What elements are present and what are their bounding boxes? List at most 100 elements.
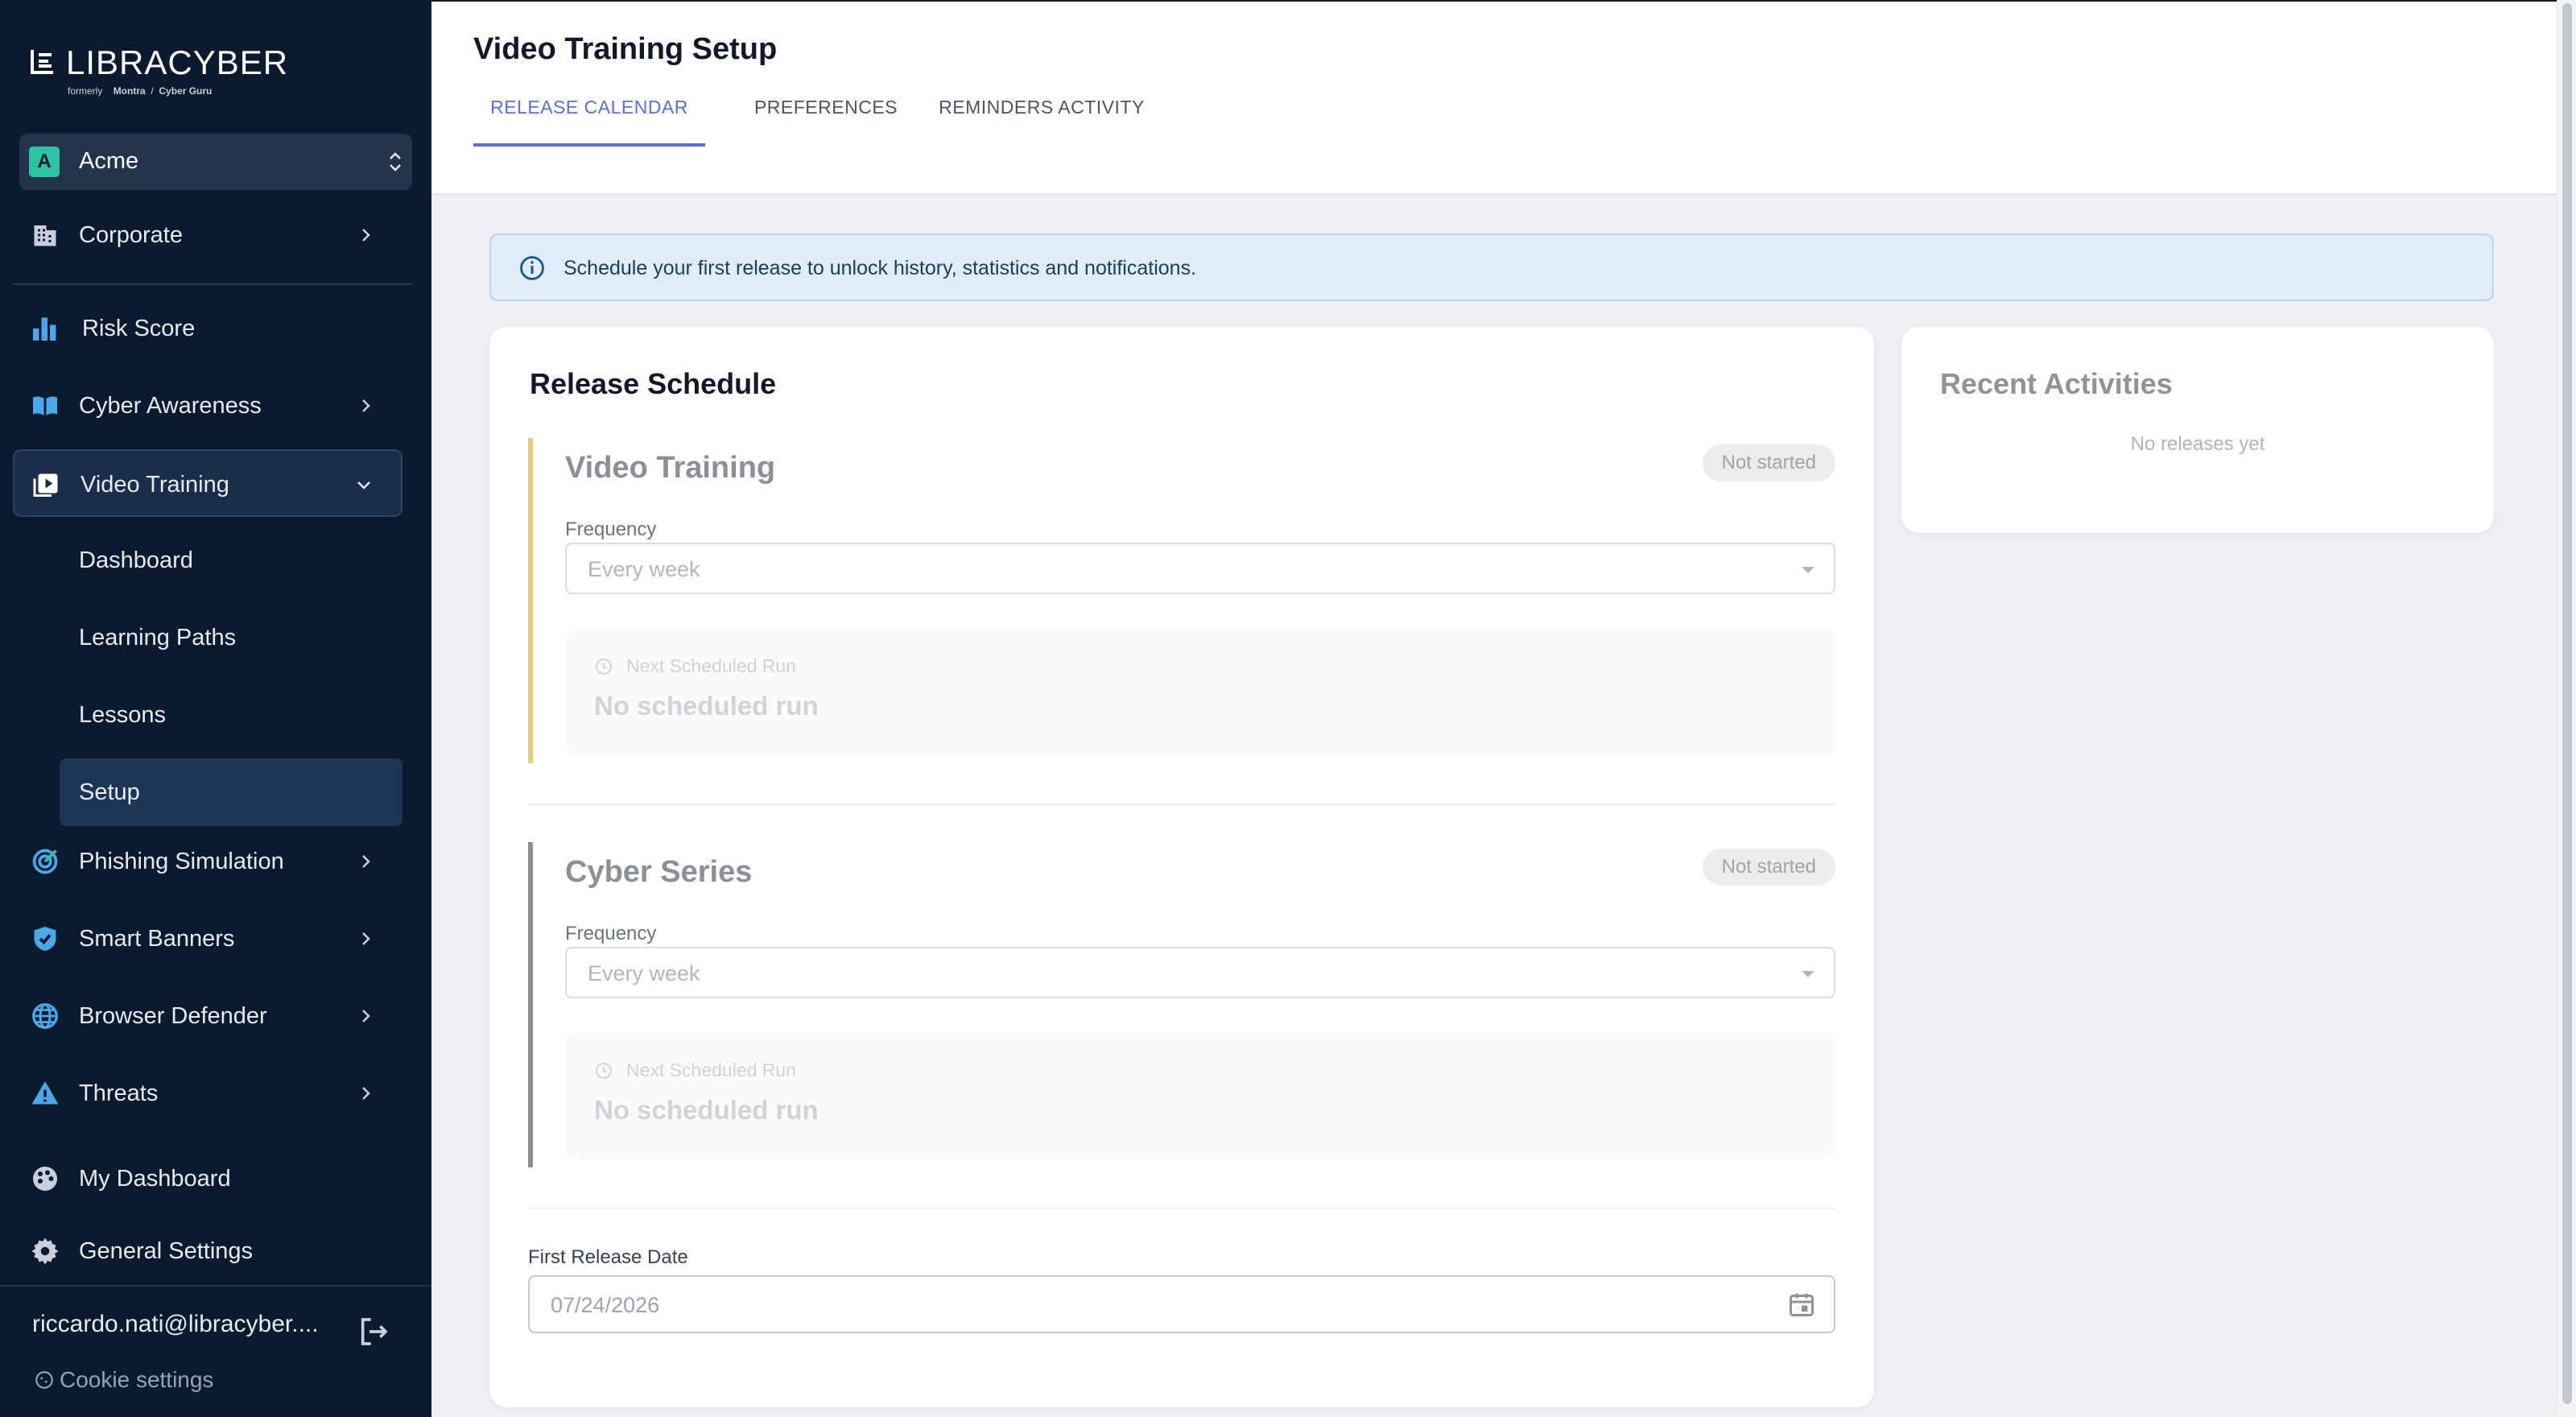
sidebar-item-label: Video Training — [80, 472, 229, 498]
libracyber-logo-icon — [31, 50, 53, 74]
cookie-icon — [35, 1371, 53, 1389]
next-run-value: No scheduled run — [594, 691, 819, 721]
page-header: Video Training Setup RELEASE CALENDAR PR… — [431, 0, 2557, 195]
chevron-right-icon — [362, 1087, 370, 1100]
brand-name: LIBRACYBER — [66, 43, 289, 81]
next-run-value: No scheduled run — [594, 1095, 819, 1125]
sidebar-subitem-label: Lessons — [79, 702, 167, 728]
scrollbar-thumb[interactable] — [2562, 3, 2572, 1404]
sidebar-item-threats[interactable]: Threats — [13, 1060, 402, 1127]
frequency-select[interactable]: Every week — [565, 543, 1835, 594]
empty-state-text: No releases yet — [2130, 433, 2265, 455]
first-release-date-input[interactable]: 07/24/2026 — [528, 1275, 1835, 1333]
org-name: Acme — [79, 148, 139, 174]
palette-icon — [33, 1167, 57, 1191]
building-icon — [34, 225, 56, 246]
sidebar-item-label: Smart Banners — [79, 926, 235, 952]
sidebar-item-my-dashboard[interactable]: My Dashboard — [13, 1145, 402, 1213]
sidebar-subitem-learning-paths[interactable]: Learning Paths — [60, 604, 402, 671]
logout-icon[interactable] — [357, 1316, 390, 1348]
next-run-label: Next Scheduled Run — [626, 1060, 796, 1080]
chevron-up-down-icon — [390, 152, 401, 171]
bar-chart-icon — [33, 317, 56, 341]
schedule-block-video-training: Video Training Not started Frequency Eve… — [528, 438, 1835, 766]
shield-check-icon — [34, 927, 56, 951]
schedule-name: Cyber Series — [565, 855, 753, 889]
sidebar: LIBRACYBER formerly Montra / Cyber Guru … — [0, 0, 431, 1417]
chevron-down-icon — [357, 481, 370, 490]
warning-icon — [31, 1081, 59, 1105]
clock-icon — [596, 659, 612, 675]
sidebar-item-label: Cyber Awareness — [79, 393, 262, 419]
schedule-accent-bar — [528, 438, 533, 763]
schedule-name: Video Training — [565, 451, 776, 485]
section-divider — [528, 1208, 1835, 1209]
user-area: riccardo.nati@libracyber.... Cookie sett… — [0, 1285, 431, 1417]
frequency-value: Every week — [588, 557, 700, 581]
sidebar-item-label: Corporate — [79, 222, 183, 248]
sidebar-item-label: General Settings — [79, 1238, 254, 1264]
cookie-settings-link[interactable]: Cookie settings — [34, 1367, 213, 1393]
user-email: riccardo.nati@libracyber.... — [32, 1311, 319, 1337]
sidebar-item-browser-defender[interactable]: Browser Defender — [13, 982, 402, 1050]
info-banner-text: Schedule your first release to unlock hi… — [564, 257, 1197, 279]
sidebar-item-risk-score[interactable]: Risk Score — [13, 295, 402, 362]
sidebar-subitem-dashboard[interactable]: Dashboard — [60, 527, 402, 594]
frequency-value: Every week — [588, 961, 700, 985]
caret-down-icon — [1802, 567, 1814, 573]
video-play-icon — [33, 473, 58, 497]
book-icon — [33, 396, 57, 415]
tab-release-calendar[interactable]: RELEASE CALENDAR — [473, 82, 705, 147]
sidebar-divider — [13, 283, 412, 285]
sidebar-item-smart-banners[interactable]: Smart Banners — [13, 905, 402, 973]
organization-selector[interactable]: A Acme — [19, 134, 412, 190]
chevron-right-icon — [362, 932, 370, 945]
tab-preferences[interactable]: PREFERENCES — [723, 82, 929, 147]
recent-activities-card: Recent Activities No releases yet — [1901, 327, 2494, 533]
sidebar-subitem-label: Setup — [79, 779, 140, 805]
page-scrollbar[interactable] — [2557, 0, 2576, 1417]
brand-formerly: formerly Montra / Cyber Guru — [68, 85, 213, 97]
page-title: Video Training Setup — [473, 32, 778, 66]
info-icon — [520, 256, 544, 280]
caret-down-icon — [1802, 971, 1814, 977]
sidebar-item-cyber-awareness[interactable]: Cyber Awareness — [13, 372, 402, 440]
sidebar-subitem-lessons[interactable]: Lessons — [60, 681, 402, 749]
sidebar-item-label: Phishing Simulation — [79, 849, 284, 874]
sidebar-subitem-setup[interactable]: Setup — [60, 758, 402, 826]
frequency-label: Frequency — [565, 518, 657, 540]
frequency-select[interactable]: Every week — [565, 947, 1835, 998]
org-avatar: A — [29, 147, 60, 177]
schedule-block-cyber-series: Cyber Series Not started Frequency Every… — [528, 842, 1835, 1171]
first-release-date-placeholder: 07/24/2026 — [551, 1293, 660, 1317]
sidebar-item-general-settings[interactable]: General Settings — [13, 1217, 402, 1285]
target-icon — [32, 849, 58, 874]
frequency-label: Frequency — [565, 923, 657, 944]
sidebar-item-phishing-simulation[interactable]: Phishing Simulation — [13, 828, 402, 895]
status-badge: Not started — [1702, 444, 1835, 481]
next-scheduled-run: Next Scheduled Run No scheduled run — [565, 1032, 1835, 1159]
sidebar-item-video-training[interactable]: Video Training — [13, 449, 402, 517]
sidebar-subitem-label: Learning Paths — [79, 625, 237, 651]
sidebar-item-label: Threats — [79, 1080, 159, 1106]
next-scheduled-run: Next Scheduled Run No scheduled run — [565, 628, 1835, 755]
sidebar-item-label: My Dashboard — [79, 1166, 231, 1192]
sidebar-item-corporate[interactable]: Corporate — [13, 201, 402, 269]
recent-activities-title: Recent Activities — [1940, 367, 2173, 400]
chevron-right-icon — [362, 1010, 370, 1022]
tab-reminders-activity[interactable]: REMINDERS ACTIVITY — [905, 82, 1179, 147]
sidebar-item-label: Browser Defender — [79, 1003, 267, 1029]
status-badge: Not started — [1702, 849, 1835, 886]
next-run-label: Next Scheduled Run — [626, 655, 796, 676]
first-release-date-label: First Release Date — [528, 1246, 688, 1268]
brand-logo[interactable]: LIBRACYBER formerly Montra / Cyber Guru — [29, 43, 287, 101]
calendar-icon[interactable] — [1787, 1290, 1816, 1319]
gear-icon — [31, 1237, 59, 1265]
chevron-right-icon — [362, 399, 370, 412]
info-banner: Schedule your first release to unlock hi… — [489, 233, 2494, 301]
schedule-accent-bar — [528, 842, 533, 1167]
chevron-right-icon — [362, 855, 370, 868]
chevron-right-icon — [362, 229, 370, 242]
sidebar-subitem-label: Dashboard — [79, 547, 193, 573]
release-schedule-title: Release Schedule — [530, 367, 777, 400]
